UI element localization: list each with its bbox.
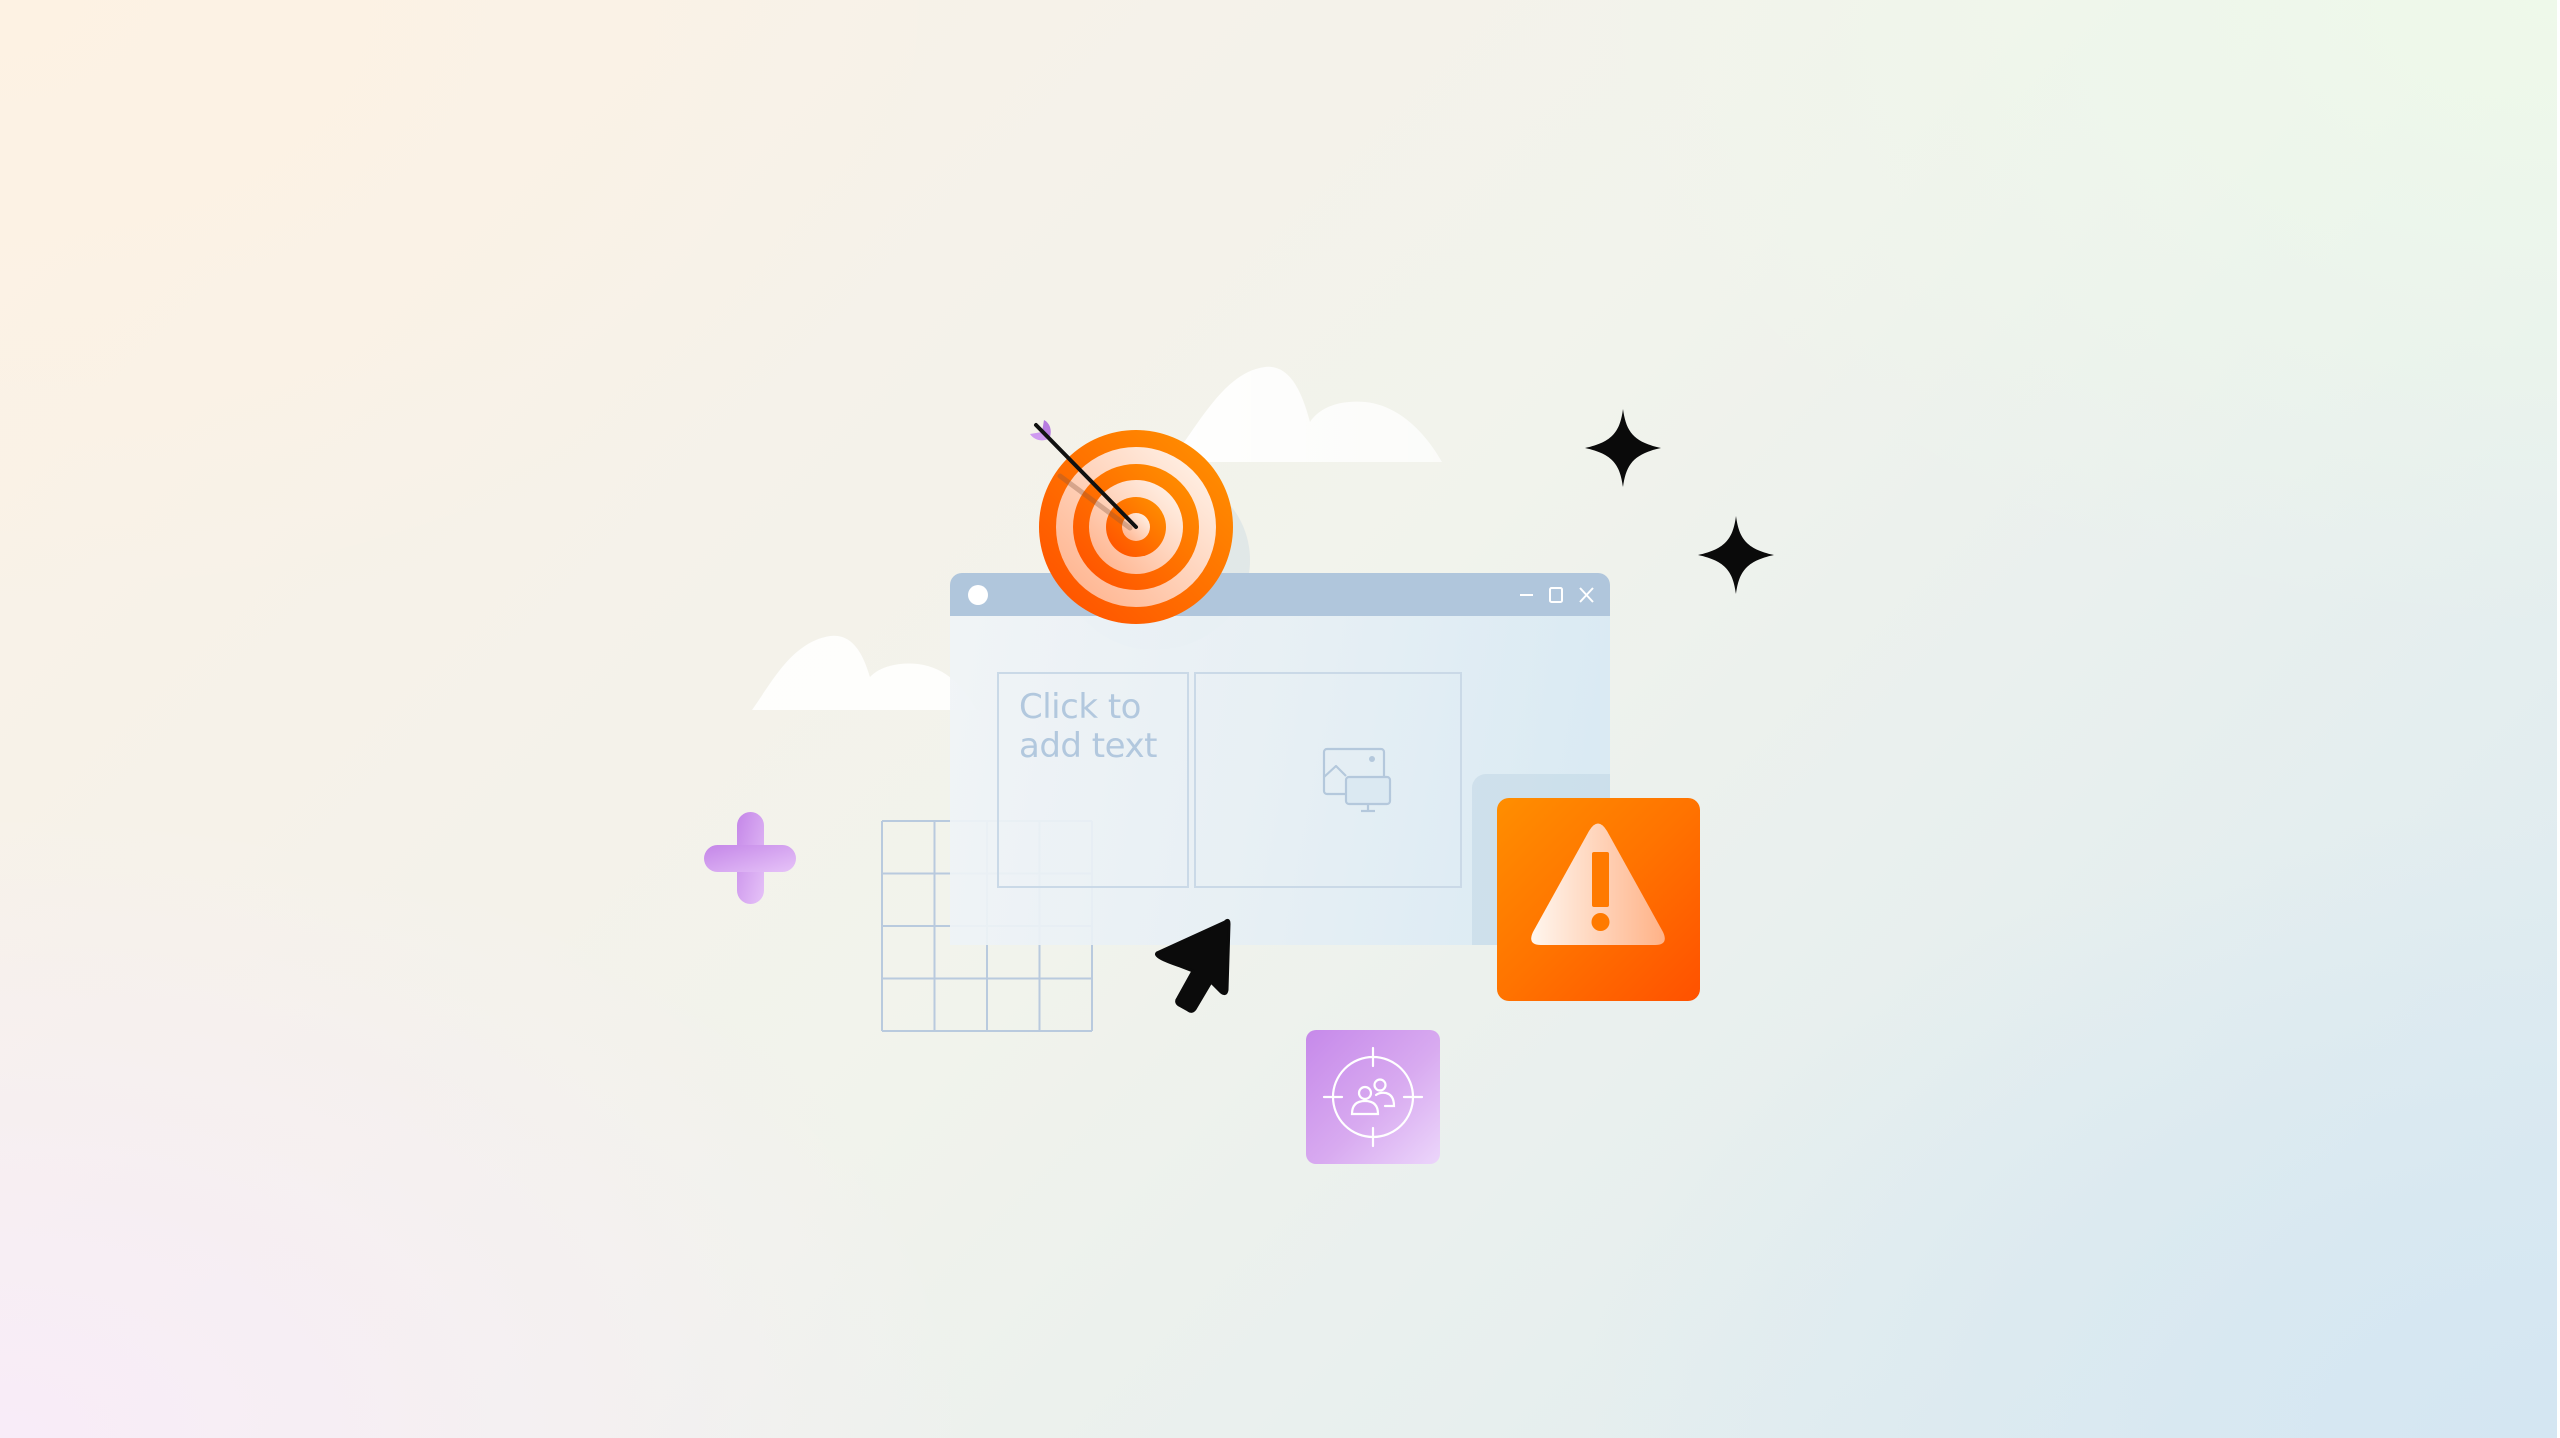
plus-icon xyxy=(704,812,796,904)
warning-card[interactable] xyxy=(1497,798,1700,1001)
window-status-dot[interactable] xyxy=(968,585,988,605)
audience-target-icon xyxy=(1322,1046,1424,1148)
sparkle-1 xyxy=(1585,409,1661,492)
maximize-icon xyxy=(1549,587,1563,603)
close-icon xyxy=(1579,587,1594,603)
target-with-arrow-icon xyxy=(1030,420,1233,624)
maximize-button[interactable] xyxy=(1545,584,1567,606)
mouse-cursor xyxy=(1145,910,1235,1020)
text-placeholder[interactable]: Click to add text xyxy=(1019,688,1189,766)
close-button[interactable] xyxy=(1576,584,1598,606)
image-placeholder-box[interactable] xyxy=(1194,672,1462,888)
text-placeholder-box[interactable]: Click to add text xyxy=(997,672,1189,888)
image-monitor-icon xyxy=(1322,747,1392,813)
minimize-icon xyxy=(1520,594,1533,596)
sparkle-2 xyxy=(1698,516,1774,599)
mouse-cursor-icon xyxy=(1154,918,1231,1013)
sparkle-icon xyxy=(1585,409,1661,487)
minimize-button[interactable] xyxy=(1516,584,1538,606)
target-graphic xyxy=(1030,420,1250,645)
sparkle-icon xyxy=(1698,516,1774,594)
placeholder-line-2: add text xyxy=(1019,726,1157,766)
placeholder-line-1: Click to xyxy=(1019,687,1141,727)
plus-decoration xyxy=(704,812,798,911)
warning-triangle-icon xyxy=(1531,823,1665,945)
cloud-icon xyxy=(752,635,976,710)
cloud-left xyxy=(752,632,978,712)
audience-card[interactable] xyxy=(1306,1030,1440,1164)
